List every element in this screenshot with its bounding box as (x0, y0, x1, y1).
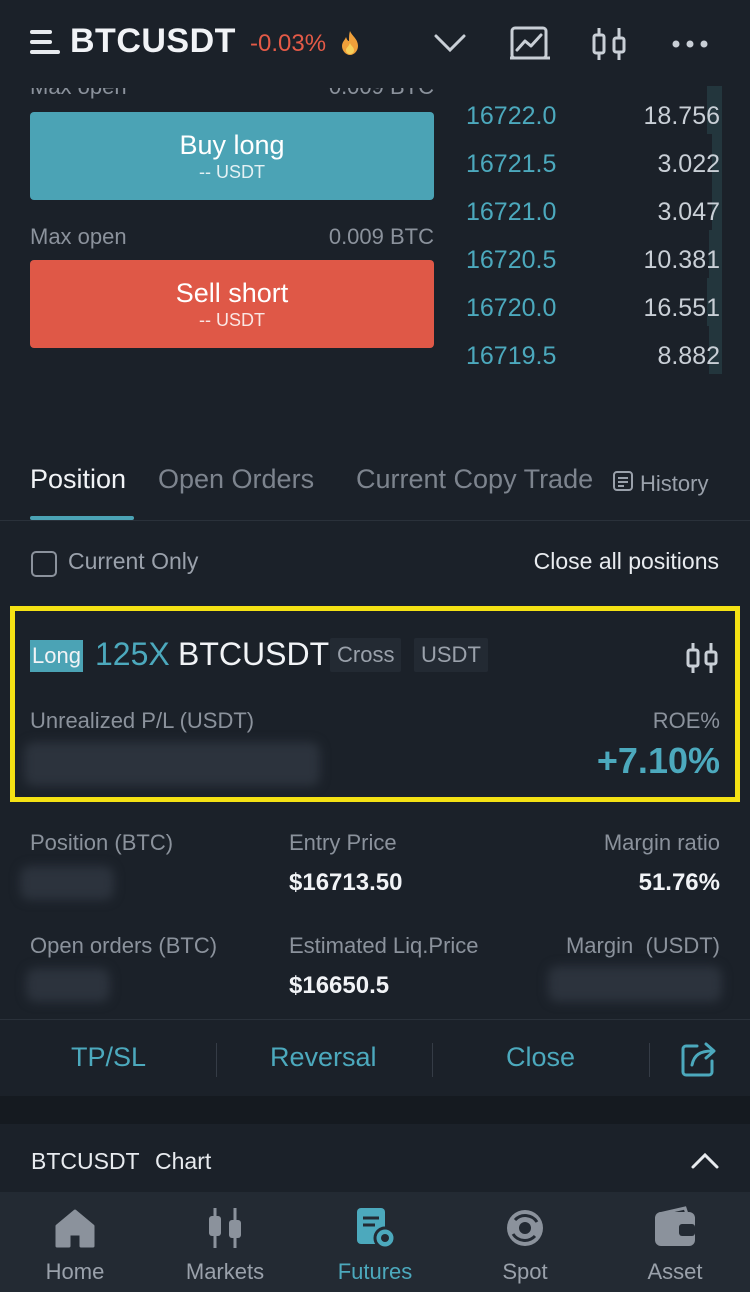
orderbook-quantity: 16.551 (643, 294, 720, 322)
section-gap (0, 1096, 750, 1124)
close-position-button[interactable]: Close (506, 1042, 575, 1073)
liq-price-value: $16650.5 (289, 972, 390, 999)
orderbook-row[interactable]: 16720.0 16.551 (464, 278, 722, 334)
history-icon (612, 470, 634, 498)
unrealized-pl-label: Unrealized P/L (USDT) (30, 708, 255, 733)
chart-icon[interactable] (508, 24, 552, 64)
action-separator (649, 1043, 650, 1077)
orderbook-price: 16720.5 (466, 246, 557, 274)
tab-current-copy-trade[interactable]: Current Copy Trade (356, 464, 608, 495)
close-all-positions-button[interactable]: Close all positions (534, 548, 719, 575)
chart-row-label[interactable]: Chart (155, 1148, 211, 1175)
margin-ratio-value: 51.76% (638, 869, 720, 896)
nav-asset-label: Asset (647, 1259, 703, 1284)
orderbook-price: 16720.0 (466, 294, 557, 322)
share-icon[interactable] (680, 1040, 718, 1078)
chart-row-symbol[interactable]: BTCUSDT (31, 1148, 140, 1175)
spot-icon (501, 1206, 549, 1250)
max-open-label: Max open (30, 224, 127, 249)
action-separator (432, 1043, 433, 1077)
menu-icon[interactable] (30, 30, 60, 56)
position-size-value-redacted (20, 866, 114, 900)
wallet-icon (651, 1206, 699, 1250)
margin-value-redacted (548, 966, 722, 1002)
action-separator (216, 1043, 217, 1077)
actions-divider (0, 1019, 750, 1020)
orderbook-row[interactable]: 16721.5 3.022 (464, 134, 722, 190)
orderbook-row[interactable]: 16720.5 10.381 (464, 230, 722, 286)
orderbook-row[interactable]: 16721.0 3.047 (464, 182, 722, 238)
orderbook-quantity: 18.756 (643, 102, 720, 130)
sell-short-button[interactable]: Sell short -- USDT (30, 260, 434, 348)
open-orders-value-redacted (26, 968, 110, 1002)
tabs-divider (0, 520, 750, 521)
orderbook-price: 16719.5 (466, 342, 557, 370)
roe-value: +7.10% (596, 740, 720, 781)
tp-sl-button[interactable]: TP/SL (71, 1042, 146, 1073)
max-open-label: Max open (30, 88, 127, 100)
top-bar: BTCUSDT -0.03% (0, 0, 750, 88)
margin-label: Margin (USDT) (565, 933, 720, 958)
nav-futures-label: Futures (337, 1259, 413, 1284)
nav-home[interactable]: Home (0, 1192, 150, 1292)
nav-markets[interactable]: Markets (150, 1192, 300, 1292)
history-label: History (640, 471, 709, 496)
margin-ratio-label: Margin ratio (603, 830, 720, 855)
max-open-value: 0.009 BTC (328, 224, 434, 249)
home-icon (51, 1206, 99, 1250)
chevron-up-icon[interactable] (690, 1150, 720, 1170)
markets-icon (201, 1206, 249, 1250)
sell-short-label: Sell short (175, 278, 289, 308)
position-side-badge: Long (30, 640, 83, 672)
sell-short-sub: -- USDT (199, 310, 265, 330)
margin-mode-tag: Cross (330, 638, 402, 672)
chevron-down-icon[interactable] (433, 32, 467, 54)
position-size-label: Position (BTC) (30, 830, 174, 855)
reversal-button[interactable]: Reversal (270, 1042, 377, 1073)
max-open-row-partial: Max open 0.009 BTC (0, 88, 460, 110)
orderbook-price: 16722.0 (466, 102, 557, 130)
flame-icon (338, 30, 362, 56)
nav-futures[interactable]: Futures (300, 1192, 450, 1292)
more-icon[interactable] (668, 24, 712, 64)
orderbook-row[interactable]: 16719.5 8.882 (464, 326, 722, 382)
open-orders-label: Open orders (BTC) (30, 933, 218, 958)
buy-long-button[interactable]: Buy long -- USDT (30, 112, 434, 200)
nav-markets-label: Markets (185, 1259, 265, 1284)
nav-home-label: Home (45, 1259, 105, 1284)
current-only-checkbox[interactable] (31, 551, 57, 577)
entry-price-value: $16713.50 (289, 869, 403, 896)
tab-open-orders[interactable]: Open Orders (158, 464, 314, 495)
current-only-label: Current Only (68, 548, 199, 574)
nav-spot[interactable]: Spot (450, 1192, 600, 1292)
orderbook-row[interactable]: 16722.0 18.756 (464, 86, 722, 142)
pair-title[interactable]: BTCUSDT (70, 22, 236, 61)
futures-icon (351, 1206, 399, 1250)
buy-long-label: Buy long (179, 130, 285, 160)
history-button[interactable]: History (612, 470, 708, 498)
orderbook-quantity: 3.047 (657, 198, 720, 226)
tab-position[interactable]: Position (30, 464, 126, 495)
price-change-percent: -0.03% (250, 30, 327, 57)
roe-label: ROE% (652, 708, 720, 733)
max-open-value: 0.009 BTC (329, 88, 434, 100)
bottom-nav: Home Markets Futures Spot Asset (0, 1192, 750, 1292)
orderbook-price: 16721.5 (466, 150, 557, 178)
settle-currency-tag: USDT (414, 638, 488, 672)
candlestick-icon[interactable] (684, 640, 720, 676)
buy-long-sub: -- USDT (199, 162, 265, 182)
candlestick-icon[interactable] (590, 24, 630, 64)
liq-price-label: Estimated Liq.Price (289, 933, 479, 958)
unrealized-pl-value-redacted (24, 742, 320, 786)
nav-asset[interactable]: Asset (600, 1192, 750, 1292)
position-symbol[interactable]: BTCUSDT (178, 636, 329, 673)
orderbook-quantity: 10.381 (643, 246, 720, 274)
entry-price-label: Entry Price (289, 830, 397, 855)
nav-spot-label: Spot (502, 1259, 548, 1284)
orderbook-quantity: 8.882 (657, 342, 720, 370)
orderbook-quantity: 3.022 (657, 150, 720, 178)
position-leverage: 125X (95, 636, 170, 672)
orderbook-price: 16721.0 (466, 198, 557, 226)
